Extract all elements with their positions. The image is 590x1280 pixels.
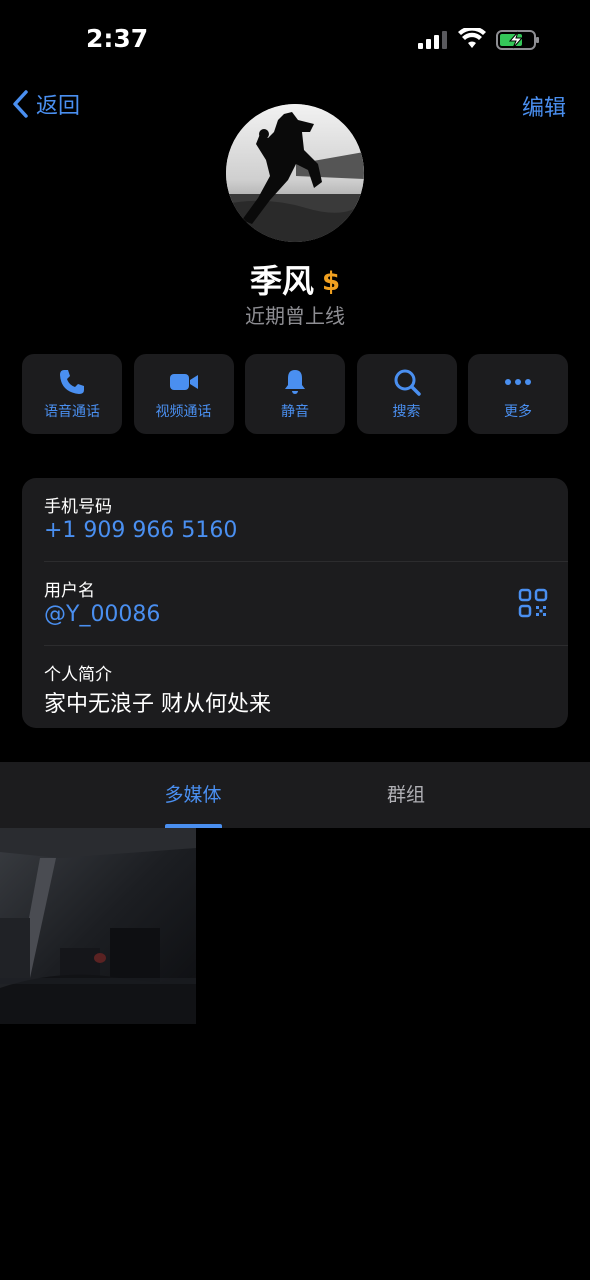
- phone-caption: 手机号码: [44, 497, 112, 517]
- username-value[interactable]: @Y_00086: [44, 602, 160, 627]
- mute-label: 静音: [281, 404, 309, 420]
- more-dots-icon: [505, 379, 531, 385]
- phone-icon: [60, 370, 84, 394]
- status-bar: 2:37: [0, 0, 590, 80]
- phone-number[interactable]: +1 909 966 5160: [44, 518, 237, 543]
- search-button[interactable]: 搜索: [356, 354, 457, 434]
- search-label: 搜索: [392, 404, 421, 420]
- bio-caption: 个人简介: [44, 665, 112, 685]
- profile-status: 近期曾上线: [245, 304, 345, 328]
- edit-button[interactable]: 编辑: [522, 90, 566, 122]
- media-photo: [0, 828, 196, 1024]
- bell-icon: [285, 370, 305, 394]
- phone-row[interactable]: 手机号码 +1 909 966 5160: [22, 478, 568, 561]
- search-icon: [394, 369, 421, 396]
- more-label: 更多: [504, 404, 532, 420]
- mute-button[interactable]: 静音: [245, 354, 345, 434]
- media-thumbnail[interactable]: [0, 828, 196, 1024]
- media-tab-bar: 多媒体 群组: [0, 762, 590, 828]
- avatar-image: [226, 104, 364, 242]
- username-caption: 用户名: [44, 581, 95, 601]
- emoji-status-badge: $: [321, 267, 341, 297]
- tab-groups[interactable]: 群组: [346, 762, 466, 828]
- wifi-icon: [458, 28, 486, 48]
- profile-name-text: 季风: [249, 262, 314, 300]
- battery-charging-icon: [496, 30, 539, 50]
- video-call-button[interactable]: 视频通话: [133, 354, 234, 434]
- tab-media[interactable]: 多媒体: [133, 762, 253, 828]
- cellular-signal-icon: [418, 31, 447, 49]
- back-button[interactable]: 返回: [10, 86, 80, 122]
- chevron-left-icon: [13, 90, 28, 118]
- video-camera-icon: [169, 374, 198, 390]
- bio-row: 个人简介 家中无浪子 财从何处来: [22, 646, 568, 729]
- voice-call-label: 语音通话: [44, 404, 100, 420]
- action-bar: 语音通话 视频通话 静音 搜索 更多: [22, 354, 568, 434]
- more-button[interactable]: 更多: [468, 354, 568, 434]
- video-call-label: 视频通话: [155, 404, 212, 420]
- back-label: 返回: [36, 94, 81, 119]
- profile-name: 季风 $: [0, 256, 590, 302]
- info-card: 手机号码 +1 909 966 5160 用户名 @Y_00086 个人简介 家…: [22, 478, 568, 728]
- voice-call-button[interactable]: 语音通话: [22, 354, 122, 434]
- avatar[interactable]: [226, 104, 364, 242]
- username-row[interactable]: 用户名 @Y_00086: [22, 562, 568, 645]
- status-time: 2:37: [86, 24, 149, 53]
- bio-text: 家中无浪子 财从何处来: [44, 692, 271, 717]
- qr-code-icon[interactable]: [518, 588, 548, 618]
